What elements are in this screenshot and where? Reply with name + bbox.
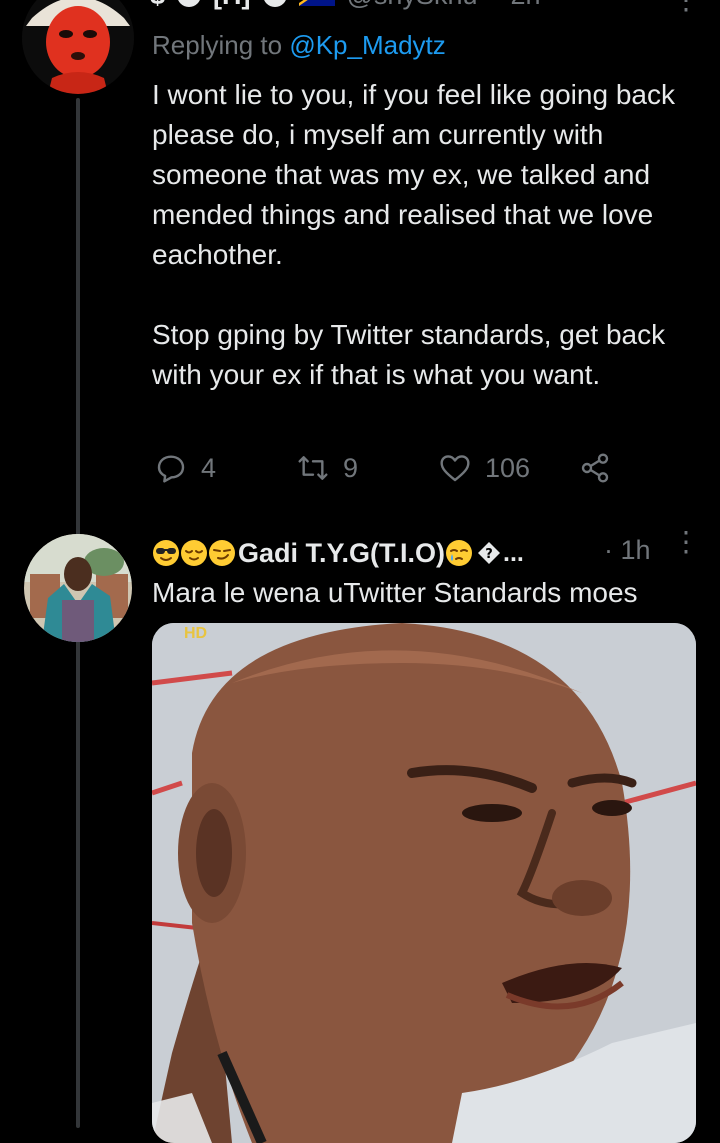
k-badge-icon: K bbox=[177, 0, 202, 7]
sleepy-face-icon bbox=[446, 540, 473, 566]
retweet-count: 9 bbox=[343, 452, 359, 483]
south-africa-flag-icon bbox=[298, 0, 335, 6]
svg-text:?: ? bbox=[485, 547, 493, 562]
sunglasses-face-icon bbox=[153, 540, 179, 566]
man-photo bbox=[152, 623, 696, 1143]
tweet-time-line: · 1h bbox=[604, 535, 651, 566]
user-avatar-photo bbox=[24, 534, 132, 642]
masked-user-avatar-image bbox=[22, 0, 134, 94]
tweet-text: Mara le wena uTwitter Standards moes bbox=[152, 577, 638, 608]
user-avatar[interactable] bbox=[22, 0, 134, 94]
name-truncation: ... bbox=[503, 538, 524, 567]
heart-icon bbox=[440, 455, 470, 482]
verified-circle-icon: © bbox=[262, 0, 287, 7]
tweet-actions: 4 9 106 bbox=[155, 452, 625, 488]
time-separator: · bbox=[489, 0, 498, 11]
tweet-text: I wont lie to you, if you feel like goin… bbox=[152, 75, 702, 395]
display-name[interactable]: Gadi T.Y.G(T.I.O) bbox=[238, 538, 445, 569]
user-handle[interactable]: @shySkhu bbox=[347, 0, 478, 11]
retweet-button[interactable]: 9 bbox=[297, 452, 358, 484]
like-button[interactable]: 106 bbox=[439, 452, 530, 484]
mention-link[interactable]: @Kp_Madytz bbox=[289, 30, 445, 60]
reply-icon bbox=[157, 455, 185, 483]
share-button[interactable] bbox=[579, 452, 611, 484]
smirking-face-icon bbox=[209, 540, 235, 566]
user-avatar[interactable] bbox=[24, 534, 132, 642]
like-count: 106 bbox=[485, 452, 531, 483]
display-name[interactable]: [H] bbox=[213, 0, 250, 11]
replying-prefix: Replying to bbox=[152, 30, 283, 60]
tweet-header: $ K [H] © @shySkhu · 2h bbox=[150, 0, 541, 10]
unknown-glyph-icon: ? bbox=[478, 542, 501, 564]
tweet-media-image[interactable]: HD bbox=[152, 623, 696, 1143]
tweet-header: Gadi T.Y.G(T.I.O) ? ... bbox=[152, 533, 524, 573]
time-separator: · bbox=[604, 535, 613, 565]
more-options-icon[interactable]: ⋮ bbox=[672, 528, 700, 556]
tweet-time[interactable]: 2h bbox=[510, 0, 540, 11]
relieved-face-icon bbox=[181, 540, 207, 566]
tweet-paragraph: Stop gping by Twitter standards, get bac… bbox=[152, 319, 666, 390]
reply-count: 4 bbox=[201, 452, 217, 483]
replying-to-line: Replying to @Kp_Madytz bbox=[152, 30, 446, 61]
tweet-time[interactable]: 1h bbox=[621, 535, 651, 565]
bolt-icon: $ bbox=[150, 0, 165, 11]
more-options-icon[interactable]: ⋮ bbox=[672, 0, 700, 14]
retweet-icon bbox=[298, 456, 328, 480]
hd-watermark: HD bbox=[184, 625, 208, 642]
tweet-paragraph: I wont lie to you, if you feel like goin… bbox=[152, 79, 675, 270]
reply-button[interactable]: 4 bbox=[155, 452, 216, 484]
share-icon bbox=[581, 453, 609, 483]
